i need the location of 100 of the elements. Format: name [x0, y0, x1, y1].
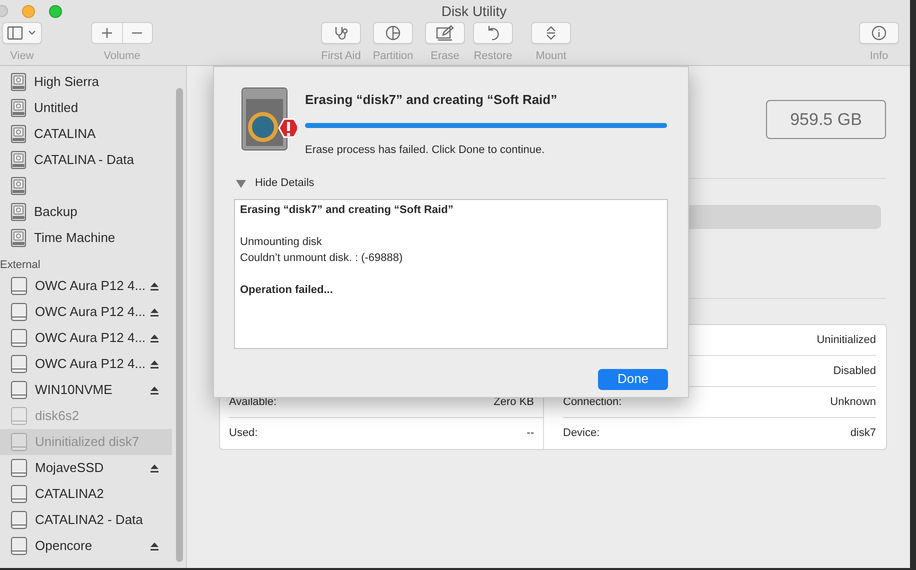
disk-name: MojaveSSD: [35, 459, 104, 478]
disk-name: CATALINA: [34, 125, 96, 144]
pie-chart-icon: [385, 25, 401, 41]
toolbar-button[interactable]: [473, 22, 513, 44]
sidebar-item[interactable]: Untitled: [0, 95, 172, 121]
drive-icon: [11, 303, 27, 321]
toolbar-button[interactable]: [859, 22, 899, 44]
sidebar-item[interactable]: High Sierra: [0, 69, 172, 95]
details-toggle[interactable]: Hide Details: [255, 175, 314, 192]
eject-icon[interactable]: [150, 282, 159, 290]
toolbar-button[interactable]: [373, 22, 413, 44]
hard-drive-icon: [11, 177, 26, 195]
info-label: Used:: [229, 426, 258, 442]
toolbar-button[interactable]: [425, 22, 465, 44]
drive-icon: [11, 537, 27, 555]
eject-icon[interactable]: [150, 334, 159, 342]
sidebar-toggle-icon: [7, 26, 37, 40]
pencil-icon: [436, 25, 454, 41]
sidebar-item[interactable]: WIN10NVME: [0, 377, 172, 403]
sidebar-item[interactable]: OWC Aura P12 4...: [0, 273, 172, 299]
drive-icon: [11, 355, 27, 373]
disk-name: High Sierra: [34, 73, 100, 92]
disk-name: Time Machine: [34, 229, 116, 248]
drive-icon: [11, 329, 27, 347]
drive-icon: [11, 381, 27, 399]
scrollbar[interactable]: [176, 88, 183, 562]
log-line: Operation failed...: [240, 282, 334, 298]
toolbar-label: Volume: [104, 49, 140, 64]
disk-name: disk6s2: [35, 407, 80, 426]
log-line: Couldn’t unmount disk. : (-69888): [240, 250, 404, 266]
disk-name: OWC Aura P12 4...: [35, 355, 146, 374]
drive-icon: [11, 459, 27, 477]
sidebar-item[interactable]: CATALINA - Data: [0, 147, 172, 173]
done-button[interactable]: Done: [598, 368, 668, 390]
sidebar-item[interactable]: Backup: [0, 199, 172, 225]
capacity-label: 959.5 GB: [766, 100, 886, 139]
sidebar-item[interactable]: CATALINA2 - Data: [0, 507, 172, 533]
hard-drive-icon: [11, 203, 26, 221]
eject-icon[interactable]: [150, 308, 159, 316]
disk-name: Uninitialized disk7: [35, 433, 140, 452]
hard-drive-icon: [11, 73, 26, 91]
drive-icon: [11, 277, 27, 295]
disk-name: WIN10NVME: [35, 381, 112, 400]
toolbar-label: Erase: [430, 49, 460, 64]
disk-name: CATALINA2 - Data: [35, 511, 143, 530]
info-label: Available:: [229, 394, 276, 410]
sidebar-item[interactable]: OWC Aura P12 4...: [0, 325, 172, 351]
log-line: Unmounting disk: [240, 234, 323, 250]
stethoscope-icon: [333, 25, 349, 41]
sidebar-item[interactable]: OWC Aura P12 4...: [0, 351, 172, 377]
drive-icon: [11, 433, 27, 451]
drive-icon: [11, 485, 27, 503]
disk-name: OWC Aura P12 4...: [35, 303, 146, 322]
status-message: Erase process has failed. Click Done to continue.: [305, 142, 546, 158]
drive-icon: [11, 407, 27, 425]
sidebar-heading: External: [0, 258, 42, 273]
toolbar-label: First Aid: [321, 49, 361, 64]
hard-drive-icon: [11, 99, 26, 117]
disk-name: Backup: [34, 203, 78, 222]
eject-icon[interactable]: [150, 360, 159, 368]
toolbar-label: View: [10, 49, 34, 64]
toolbar-label: Restore: [474, 49, 512, 64]
info-label: Device:: [563, 426, 600, 442]
sidebar-item[interactable]: CATALINA: [0, 121, 172, 147]
info-value: Unknown: [830, 394, 876, 410]
info-label: Connection:: [563, 394, 622, 410]
eject-icon[interactable]: [150, 464, 159, 472]
disk-name: OWC Aura P12 4...: [35, 329, 146, 348]
sidebar-item[interactable]: CATALINA2: [0, 481, 172, 507]
disk-name: CATALINA2: [35, 485, 104, 504]
hard-drive-icon: [11, 125, 26, 143]
dialog-title: Erasing “disk7” and creating “Soft Raid”: [305, 91, 558, 109]
disk-name: CATALINA - Data: [34, 151, 134, 170]
toolbar-label: Partition: [372, 49, 414, 64]
disk-name: Opencore: [35, 537, 92, 556]
eject-icon[interactable]: [150, 386, 159, 394]
sidebar-item[interactable]: OWC Aura P12 4...: [0, 299, 172, 325]
disk-name: Untitled: [34, 99, 78, 118]
disclosure-triangle-icon[interactable]: [236, 178, 246, 188]
drive-icon: [11, 511, 27, 529]
info-value: Disabled: [833, 364, 876, 379]
window-title: Disk Utility: [440, 2, 508, 21]
info-icon: [871, 25, 887, 41]
sidebar-item[interactable]: Opencore: [0, 533, 172, 559]
disk-name: OWC Aura P12 4...: [35, 277, 146, 296]
plus-icon: [100, 27, 113, 39]
up-down-arrows-icon: [544, 25, 558, 41]
hard-drive-icon: [11, 151, 26, 169]
info-value: Uninitialized: [816, 332, 876, 348]
sidebar-item[interactable]: MojaveSSD: [0, 455, 172, 481]
sidebar-item[interactable]: Time Machine: [0, 225, 172, 251]
toolbar-button[interactable]: [531, 22, 571, 44]
toolbar-label: Mount: [536, 49, 566, 64]
toolbar-button[interactable]: [321, 22, 361, 44]
zoom-window-icon[interactable]: [49, 4, 62, 18]
hard-drive-icon: [11, 229, 26, 247]
eject-icon[interactable]: [150, 542, 159, 550]
info-value: --: [526, 426, 534, 442]
info-value: disk7: [850, 426, 876, 442]
toolbar-button[interactable]: [2, 22, 42, 44]
